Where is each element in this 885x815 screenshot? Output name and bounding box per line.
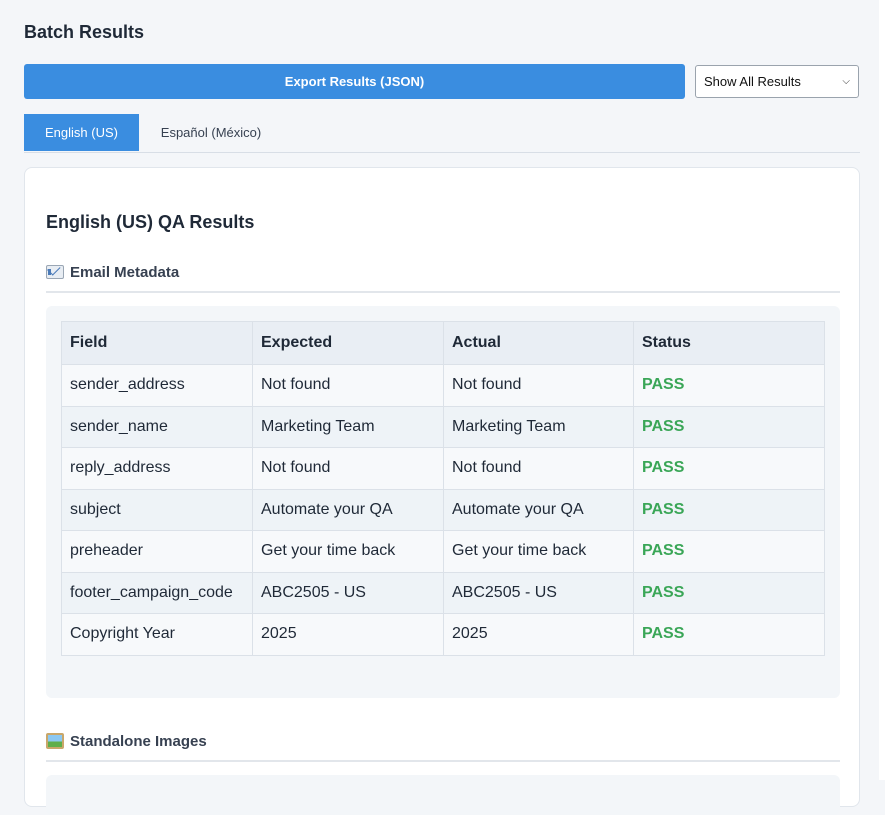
column-header-field: Field (61, 321, 253, 365)
standalone-images-heading: Standalone Images (46, 730, 840, 762)
actual-cell: Automate your QA (443, 488, 634, 531)
column-header-actual: Actual (443, 321, 634, 365)
status-cell: PASS (633, 447, 825, 490)
locale-tabs: English (US) Español (México) (24, 114, 860, 153)
status-cell: PASS (633, 488, 825, 531)
table-header-row: Field Expected Actual Status (61, 321, 825, 365)
filter-selected-value: Show All Results (704, 74, 801, 89)
table-row: reply_address Not found Not found PASS (61, 447, 825, 490)
scrollbar[interactable] (879, 0, 885, 780)
actual-cell: Get your time back (443, 530, 634, 573)
field-cell: Copyright Year (61, 613, 253, 656)
envelope-icon (46, 265, 64, 279)
expected-cell: Marketing Team (252, 405, 444, 448)
standalone-images-panel (46, 775, 840, 815)
export-results-button[interactable]: Export Results (JSON) (24, 64, 685, 99)
status-cell: PASS (633, 405, 825, 448)
field-cell: sender_name (61, 405, 253, 448)
table-row: sender_name Marketing Team Marketing Tea… (61, 405, 825, 448)
table-row: preheader Get your time back Get your ti… (61, 530, 825, 573)
field-cell: reply_address (61, 447, 253, 490)
status-cell: PASS (633, 613, 825, 656)
results-filter-select[interactable]: Show All Results ⌵ (695, 65, 859, 98)
field-cell: footer_campaign_code (61, 571, 253, 614)
actual-cell: 2025 (443, 613, 634, 656)
status-cell: PASS (633, 364, 825, 407)
table-row: sender_address Not found Not found PASS (61, 364, 825, 407)
framed-picture-icon (46, 733, 64, 749)
field-cell: subject (61, 488, 253, 531)
results-card: English (US) QA Results Email Metadata F… (24, 167, 860, 815)
field-cell: preheader (61, 530, 253, 573)
metadata-panel: Field Expected Actual Status sender_addr… (46, 306, 840, 698)
table-row: footer_campaign_code ABC2505 - US ABC250… (61, 571, 825, 614)
expected-cell: Automate your QA (252, 488, 444, 531)
expected-cell: ABC2505 - US (252, 571, 444, 614)
expected-cell: Not found (252, 447, 444, 490)
chevron-down-icon: ⌵ (842, 76, 850, 87)
status-cell: PASS (633, 571, 825, 614)
actual-cell: Marketing Team (443, 405, 634, 448)
table-row: subject Automate your QA Automate your Q… (61, 488, 825, 531)
email-metadata-heading: Email Metadata (46, 261, 840, 293)
actual-cell: Not found (443, 447, 634, 490)
metadata-table: Field Expected Actual Status sender_addr… (61, 321, 825, 656)
column-header-expected: Expected (252, 321, 444, 365)
column-header-status: Status (633, 321, 825, 365)
expected-cell: Not found (252, 364, 444, 407)
email-metadata-label: Email Metadata (70, 263, 180, 281)
expected-cell: 2025 (252, 613, 444, 656)
actual-cell: ABC2505 - US (443, 571, 634, 614)
section-title: English (US) QA Results (46, 212, 255, 232)
status-cell: PASS (633, 530, 825, 573)
page-title: Batch Results (24, 22, 145, 42)
field-cell: sender_address (61, 364, 253, 407)
tab-espanol-mexico[interactable]: Español (México) (139, 114, 283, 151)
expected-cell: Get your time back (252, 530, 444, 573)
tab-english-us[interactable]: English (US) (24, 114, 139, 151)
table-row: Copyright Year 2025 2025 PASS (61, 613, 825, 656)
standalone-images-label: Standalone Images (70, 732, 207, 750)
actual-cell: Not found (443, 364, 634, 407)
